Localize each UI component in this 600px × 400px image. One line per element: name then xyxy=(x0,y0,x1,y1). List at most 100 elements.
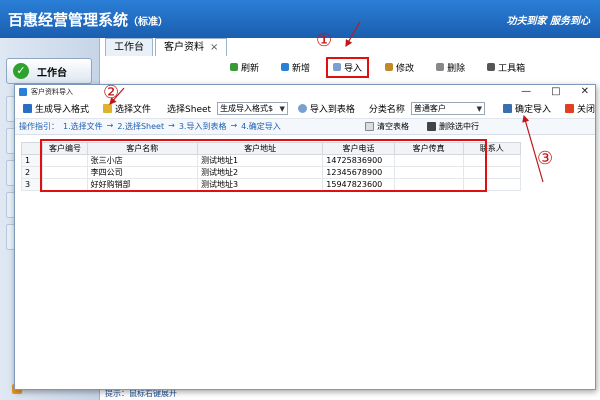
column-header[interactable]: 客户电话 xyxy=(322,142,395,155)
close-icon[interactable]: ✕ xyxy=(581,86,589,97)
arrow-right-icon: → xyxy=(106,121,114,130)
choose-file-button[interactable]: 选择文件 xyxy=(103,102,151,115)
table-actions: 清空表格 删除选中行 xyxy=(365,121,479,132)
table-header-row: 客户编号 客户名称 客户地址 客户电话 客户传真 联系人 xyxy=(20,142,522,155)
generate-format-button[interactable]: 生成导入格式 xyxy=(23,102,89,115)
category-select[interactable]: 普通客户 ▼ xyxy=(410,102,485,115)
row-number: 3 xyxy=(20,178,44,191)
delete-button[interactable]: 删除 xyxy=(436,61,465,74)
generate-format-label: 生成导入格式 xyxy=(35,105,90,115)
delete-icon xyxy=(427,122,436,131)
dialog-toolbar: 生成导入格式 选择文件 选择Sheet 生成导入格式$ ▼ 导入到表格 分类名称… xyxy=(15,99,595,119)
guide-prefix: 操作指引： xyxy=(19,122,59,131)
table-cell[interactable]: 张三小店 xyxy=(86,154,198,167)
table-row[interactable]: 3 好好购销部 测试地址3 15947823600 xyxy=(20,178,522,191)
table-cell[interactable]: 测试地址1 xyxy=(196,154,324,167)
tab-label: 客户资料 xyxy=(164,42,204,53)
add-label: 新增 xyxy=(292,63,311,74)
close-button[interactable]: 关闭 xyxy=(564,102,595,115)
toolbox-icon xyxy=(487,63,496,71)
table-cell[interactable] xyxy=(462,178,522,191)
table-cell[interactable] xyxy=(42,166,88,179)
customer-import-dialog: 客户资料导入 — □ ✕ 生成导入格式 选择文件 选择Sheet 生成导入格式$… xyxy=(14,84,596,390)
bg-tab-bar: 工作台 客户资料 × xyxy=(105,38,228,56)
delete-row-label: 删除选中行 xyxy=(439,122,479,131)
refresh-button[interactable]: 刷新 xyxy=(230,61,259,74)
clear-table-button[interactable]: 清空表格 xyxy=(365,121,409,132)
sheet-select-value: 生成导入格式$ xyxy=(220,104,274,113)
edit-label: 修改 xyxy=(396,63,415,74)
import-to-table-label: 导入到表格 xyxy=(309,105,355,115)
app-header: 百惠经营管理系统（标准） 功夫到家 服务到心 xyxy=(0,0,600,38)
worktable-button[interactable]: ✓ 工作台 xyxy=(6,58,92,84)
row-number-header xyxy=(20,142,44,155)
tab-customer-info[interactable]: 客户资料 × xyxy=(155,38,228,56)
confirm-import-label: 确定导入 xyxy=(514,105,551,115)
row-number: 1 xyxy=(20,154,44,167)
operation-guide: 操作指引： 1.选择文件 → 2.选择Sheet → 3.导入到表格 → 4.确… xyxy=(15,119,595,135)
clear-table-label: 清空表格 xyxy=(377,122,409,131)
import-icon xyxy=(333,63,342,71)
table-cell[interactable]: 12345678900 xyxy=(322,166,395,179)
table-cell[interactable]: 测试地址2 xyxy=(196,166,324,179)
edit-icon xyxy=(385,63,394,71)
tab-label: 工作台 xyxy=(114,42,144,53)
guide-steps: 操作指引： 1.选择文件 → 2.选择Sheet → 3.导入到表格 → 4.确… xyxy=(19,121,281,132)
arrow-right-icon: → xyxy=(168,121,175,130)
table-cell[interactable] xyxy=(462,154,522,167)
table-cell[interactable] xyxy=(393,178,464,191)
chevron-down-icon: ▼ xyxy=(279,104,285,113)
refresh-label: 刷新 xyxy=(241,63,260,74)
add-button[interactable]: 新增 xyxy=(281,61,310,74)
app-edition: （标准） xyxy=(128,17,169,28)
table-row[interactable]: 1 张三小店 测试地址1 14725836900 xyxy=(20,154,522,167)
check-icon: ✓ xyxy=(13,63,29,79)
table-cell[interactable] xyxy=(42,154,88,167)
table-cell[interactable]: 李四公司 xyxy=(86,166,198,179)
confirm-import-button[interactable]: 确定导入 xyxy=(502,102,551,115)
folder-icon xyxy=(103,104,113,113)
table-cell[interactable]: 15947823600 xyxy=(322,178,395,191)
import-to-table-button[interactable]: 导入到表格 xyxy=(297,102,355,115)
clear-icon xyxy=(365,122,374,131)
bg-toolbar: 刷新 新增 导入 修改 删除 工具箱 xyxy=(230,56,525,78)
sheet-label: 选择Sheet xyxy=(167,105,212,115)
column-header[interactable]: 联系人 xyxy=(462,142,522,155)
column-header[interactable]: 客户编号 xyxy=(42,142,88,155)
minimize-icon[interactable]: — xyxy=(521,86,531,97)
table-cell[interactable]: 14725836900 xyxy=(322,154,395,167)
table-cell[interactable] xyxy=(462,166,522,179)
dialog-title: 客户资料导入 xyxy=(31,88,73,96)
tab-worktable[interactable]: 工作台 xyxy=(105,38,153,56)
app-title: 百惠经营管理系统（标准） xyxy=(8,9,168,30)
close-label: 关闭 xyxy=(576,105,595,115)
table-cell[interactable] xyxy=(42,178,88,191)
table-cell[interactable]: 测试地址3 xyxy=(196,178,324,191)
import-button[interactable]: 导入 xyxy=(326,56,370,78)
category-label: 分类名称 xyxy=(368,105,405,115)
app-slogan: 功夫到家 服务到心 xyxy=(506,16,590,27)
toolbox-button[interactable]: 工具箱 xyxy=(487,61,525,74)
category-select-value: 普通客户 xyxy=(413,104,446,113)
table-cell[interactable]: 好好购销部 xyxy=(86,178,198,191)
step-marker-1: ① xyxy=(316,30,333,51)
add-icon xyxy=(281,63,290,71)
table-cell[interactable] xyxy=(393,166,464,179)
import-table: 客户编号 客户名称 客户地址 客户电话 客户传真 联系人 1 张三小店 测试地址… xyxy=(20,142,589,191)
table-cell[interactable] xyxy=(393,154,464,167)
edit-button[interactable]: 修改 xyxy=(385,61,414,74)
document-icon xyxy=(23,104,32,113)
chevron-down-icon: ▼ xyxy=(476,104,482,113)
save-icon xyxy=(502,104,512,113)
import-icon xyxy=(297,104,307,113)
column-header[interactable]: 客户地址 xyxy=(196,142,324,155)
table-row[interactable]: 2 李四公司 测试地址2 12345678900 xyxy=(20,166,522,179)
sheet-select[interactable]: 生成导入格式$ ▼ xyxy=(217,102,288,115)
column-header[interactable]: 客户名称 xyxy=(86,142,198,155)
app-icon xyxy=(19,88,27,96)
maximize-icon[interactable]: □ xyxy=(551,86,560,97)
worktable-label: 工作台 xyxy=(37,67,67,79)
delete-row-button[interactable]: 删除选中行 xyxy=(427,121,479,132)
column-header[interactable]: 客户传真 xyxy=(393,142,464,155)
close-icon[interactable]: × xyxy=(210,42,218,53)
